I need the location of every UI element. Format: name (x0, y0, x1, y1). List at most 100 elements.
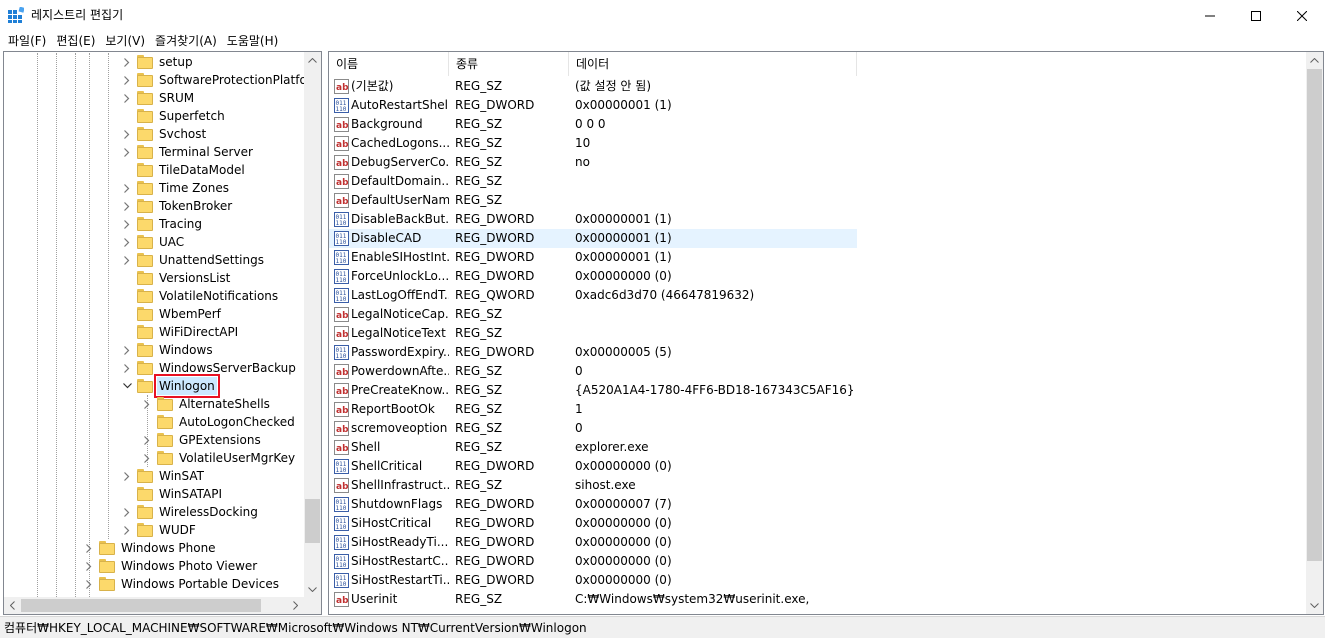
chevron-right-icon[interactable] (122, 53, 132, 71)
chevron-right-icon[interactable] (122, 233, 132, 251)
tree-item[interactable]: Svchost (122, 125, 208, 143)
tree-item[interactable]: VolatileUserMgrKey (142, 449, 297, 467)
menu-view[interactable]: 보기(V) (100, 31, 150, 51)
scroll-up-arrow-icon[interactable] (1306, 52, 1323, 69)
tree-item[interactable]: WUDF (122, 521, 198, 539)
list-item[interactable]: ab Background REG_SZ 0 0 0 (329, 115, 857, 134)
scroll-down-arrow-icon[interactable] (1306, 597, 1323, 614)
menu-help[interactable]: 도움말(H) (222, 31, 284, 51)
chevron-right-icon[interactable] (122, 71, 132, 89)
tree-item[interactable]: Windows (122, 341, 215, 359)
list-vertical-scroll-thumb[interactable] (1307, 69, 1322, 561)
tree-item[interactable]: AlternateShells (142, 395, 272, 413)
tree-item[interactable]: Windows Portable Devices (84, 575, 281, 593)
tree-horizontal-scroll-thumb[interactable] (21, 599, 261, 612)
tree-item[interactable]: WindowsServerBackup (122, 359, 298, 377)
column-header-type[interactable]: 종류 (449, 52, 569, 76)
list-item[interactable]: ab DefaultDomain... REG_SZ (329, 172, 857, 191)
list-item[interactable]: 011 110 ShutdownFlags REG_DWORD 0x00000007 (… (329, 495, 857, 514)
binary-value-icon: 011 110 (334, 554, 349, 569)
chevron-right-icon[interactable] (122, 125, 132, 143)
list-item[interactable]: ab PreCreateKnow... REG_SZ {A520A1A4-1780-4… (329, 381, 857, 400)
chevron-right-icon[interactable] (122, 341, 132, 359)
list-item[interactable]: 011 110 SiHostRestartTi... REG_DWORD 0x00000… (329, 571, 857, 590)
list-vertical-scrollbar[interactable] (1306, 52, 1323, 614)
chevron-right-icon[interactable] (122, 467, 132, 485)
tree-item[interactable]: Terminal Server (122, 143, 255, 161)
list-item[interactable]: ab Userinit REG_SZ C:₩Windows₩system32₩user… (329, 590, 857, 609)
tree-item[interactable]: Superfetch (122, 107, 227, 125)
list-item[interactable]: 011 110 ShellCritical REG_DWORD 0x00000000 (… (329, 457, 857, 476)
scroll-right-arrow-icon[interactable] (287, 597, 304, 614)
tree-item[interactable]: VersionsList (122, 269, 232, 287)
tree-item[interactable]: AutoLogonChecked (142, 413, 297, 431)
tree-item[interactable]: GPExtensions (142, 431, 263, 449)
tree-vertical-scrollbar[interactable] (304, 52, 321, 598)
list-item[interactable]: ab DebugServerCo... REG_SZ no (329, 153, 857, 172)
tree-item[interactable]: Windows Photo Viewer (84, 557, 259, 575)
tree-item[interactable]: TokenBroker (122, 197, 234, 215)
list-item[interactable]: ab ShellInfrastruct... REG_SZ sihost.exe (329, 476, 857, 495)
tree-item[interactable]: Tracing (122, 215, 204, 233)
list-item[interactable]: ab scremoveoption REG_SZ 0 (329, 419, 857, 438)
tree-item[interactable]: WiFiDirectAPI (122, 323, 240, 341)
tree-item[interactable]: WbemPerf (122, 305, 223, 323)
list-item[interactable]: 011 110 DisableBackBut... REG_DWORD 0x000000… (329, 210, 857, 229)
tree-item[interactable]: WinSATAPI (122, 485, 224, 503)
list-item[interactable]: ab Shell REG_SZ explorer.exe (329, 438, 857, 457)
list-item[interactable]: 011 110 EnableSIHostInt... REG_DWORD 0x00000… (329, 248, 857, 267)
list-item[interactable]: ab CachedLogons... REG_SZ 10 (329, 134, 857, 153)
list-item[interactable]: 011 110 SiHostCritical REG_DWORD 0x00000000 … (329, 514, 857, 533)
list-item[interactable]: 011 110 PasswordExpiry... REG_DWORD 0x000000… (329, 343, 857, 362)
list-item[interactable]: ab PowerdownAfte... REG_SZ 0 (329, 362, 857, 381)
tree-item[interactable]: Winlogon (122, 374, 220, 398)
chevron-right-icon[interactable] (122, 215, 132, 233)
list-item[interactable]: 011 110 DisableCAD REG_DWORD 0x00000001 (1) (329, 229, 857, 248)
column-header-name[interactable]: 이름 (329, 52, 449, 76)
chevron-right-icon[interactable] (122, 89, 132, 107)
chevron-right-icon[interactable] (122, 359, 132, 377)
list-item[interactable]: ab DefaultUserName REG_SZ (329, 191, 857, 210)
maximize-button[interactable] (1233, 0, 1279, 31)
chevron-down-icon[interactable] (122, 377, 132, 395)
chevron-right-icon[interactable] (122, 251, 132, 269)
chevron-right-icon[interactable] (122, 503, 132, 521)
menu-edit[interactable]: 편집(E) (51, 31, 100, 51)
tree-vertical-scroll-thumb[interactable] (305, 499, 320, 543)
list-item[interactable]: 011 110 LastLogOffEndT... REG_QWORD 0xadc6d3… (329, 286, 857, 305)
column-header-data[interactable]: 데이터 (569, 52, 857, 76)
tree-item[interactable]: TileDataModel (122, 161, 247, 179)
tree-item[interactable]: SoftwareProtectionPlatform (122, 71, 321, 89)
minimize-button[interactable] (1187, 0, 1233, 31)
key-tree-pane[interactable]: setup SoftwareProtectionPlatform SRUM Super… (3, 51, 322, 615)
chevron-right-icon[interactable] (122, 197, 132, 215)
list-item[interactable]: ab LegalNoticeCap... REG_SZ (329, 305, 857, 324)
list-item[interactable]: 011 110 ForceUnlockLo... REG_DWORD 0x0000000… (329, 267, 857, 286)
list-item[interactable]: 011 110 AutoRestartShell REG_DWORD 0x0000000… (329, 96, 857, 115)
chevron-right-icon[interactable] (122, 179, 132, 197)
close-button[interactable] (1279, 0, 1325, 31)
tree-item[interactable]: UAC (122, 233, 186, 251)
tree-item[interactable]: setup (122, 53, 195, 71)
chevron-right-icon[interactable] (122, 143, 132, 161)
tree-item[interactable]: SRUM (122, 89, 196, 107)
chevron-right-icon[interactable] (122, 521, 132, 539)
list-item[interactable]: ab ReportBootOk REG_SZ 1 (329, 400, 857, 419)
tree-item[interactable]: Time Zones (122, 179, 231, 197)
list-item[interactable]: ab LegalNoticeText REG_SZ (329, 324, 857, 343)
scroll-left-arrow-icon[interactable] (4, 597, 21, 614)
scroll-down-arrow-icon[interactable] (304, 581, 321, 598)
tree-horizontal-scrollbar[interactable] (4, 597, 321, 614)
tree-item[interactable]: WirelessDocking (122, 503, 260, 521)
list-item[interactable]: 011 110 SiHostRestartC... REG_DWORD 0x000000… (329, 552, 857, 571)
menu-favorites[interactable]: 즐겨찾기(A) (150, 31, 222, 51)
menu-file[interactable]: 파일(F) (3, 31, 51, 51)
tree-item[interactable]: VolatileNotifications (122, 287, 280, 305)
tree-item[interactable]: WinSAT (122, 467, 206, 485)
tree-item[interactable]: UnattendSettings (122, 251, 266, 269)
tree-item[interactable]: Windows Phone (84, 539, 218, 557)
list-item[interactable]: ab (기본값) REG_SZ (값 설정 안 됨) (329, 77, 857, 96)
values-list-pane[interactable]: 이름 종류 데이터 ab (기본값) REG_SZ (값 설정 안 됨) 011 110 A… (328, 51, 1324, 615)
list-item[interactable]: 011 110 SiHostReadyTi... REG_DWORD 0x0000000… (329, 533, 857, 552)
scroll-up-arrow-icon[interactable] (304, 52, 321, 69)
